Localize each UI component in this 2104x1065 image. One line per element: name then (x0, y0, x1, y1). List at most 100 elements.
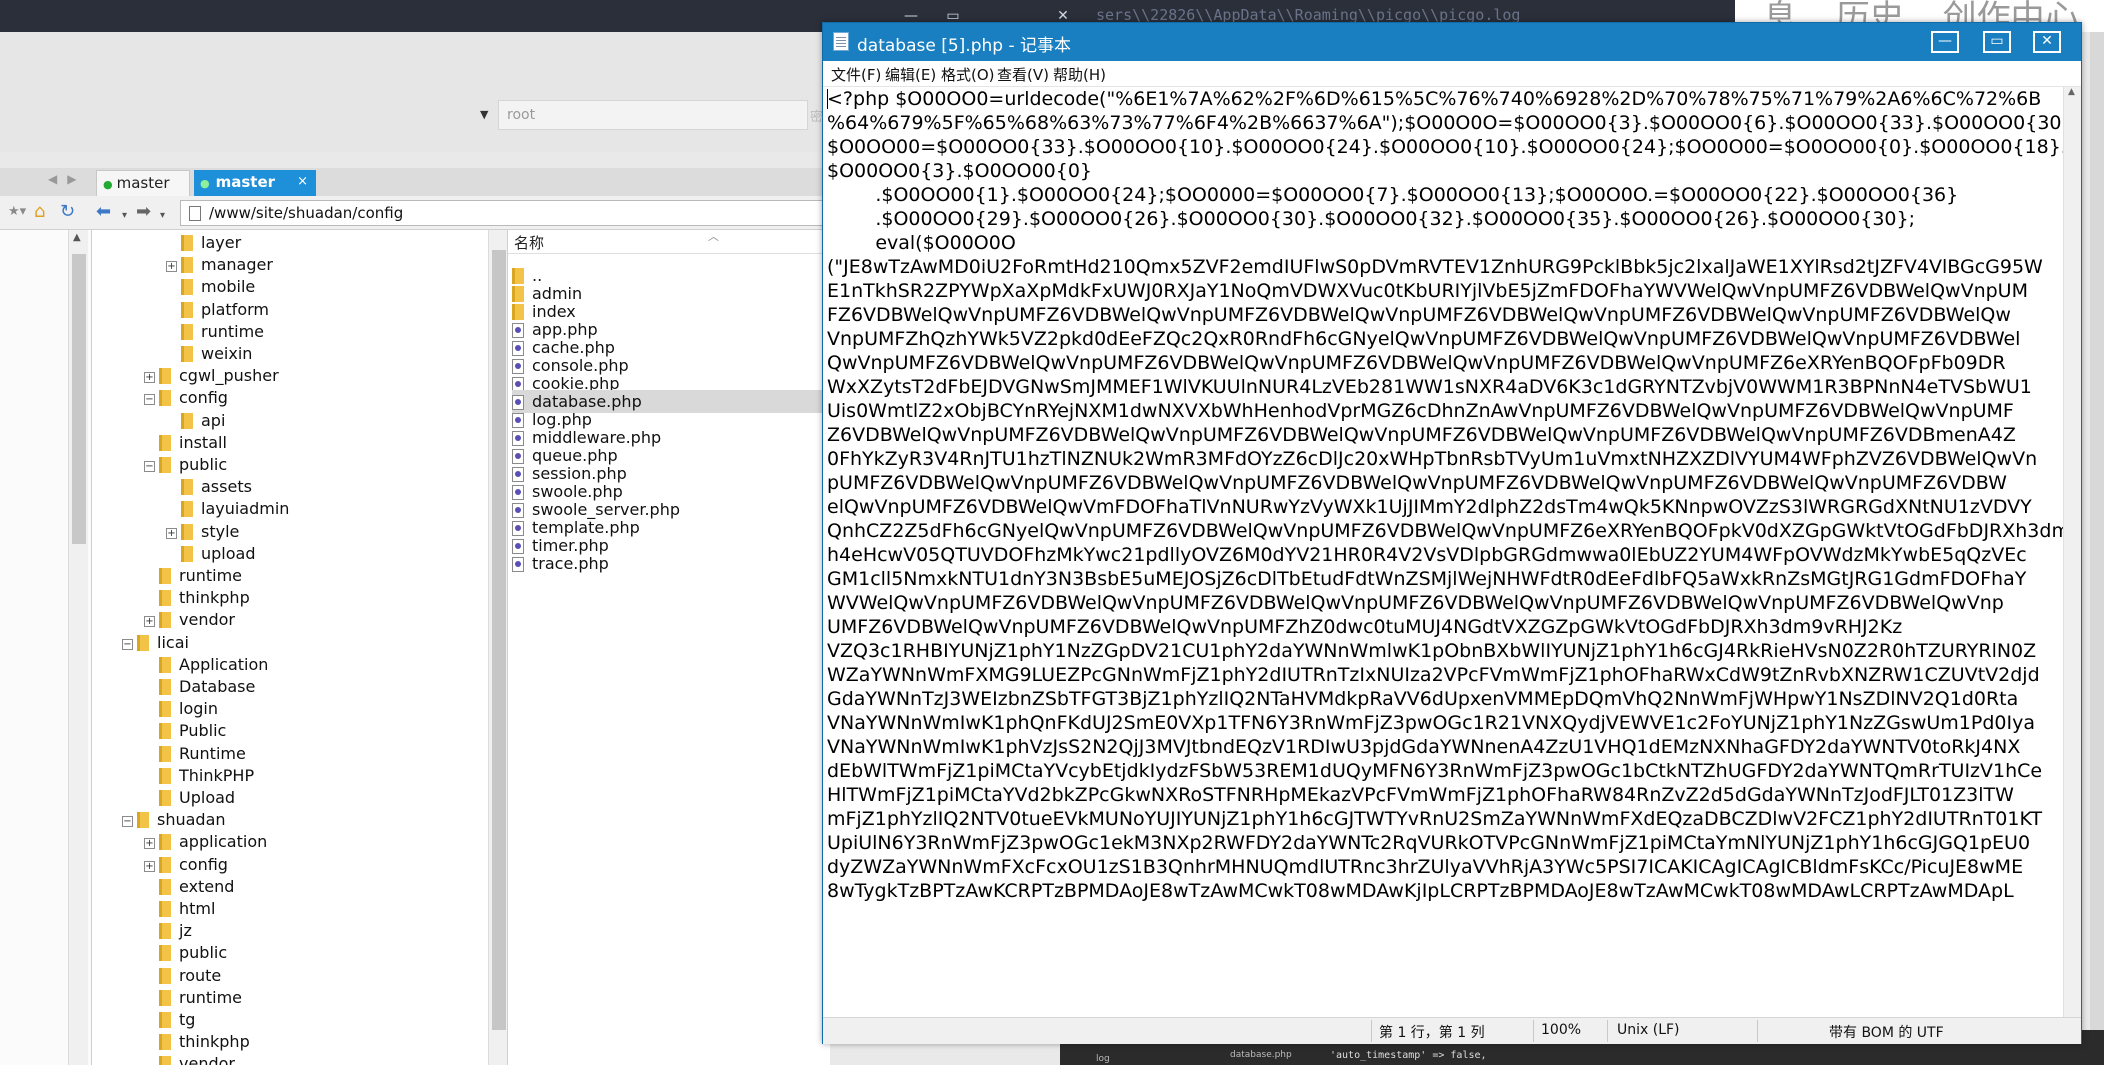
tree-item[interactable]: runtime (144, 987, 242, 1009)
tree-item[interactable]: thinkphp (144, 587, 250, 609)
tree-item[interactable]: + cgwl_pusher (144, 365, 279, 387)
tree-item-label: shuadan (157, 810, 226, 830)
folder-icon (159, 390, 171, 407)
tree-item[interactable]: Application (144, 654, 268, 676)
tree-item[interactable]: + manager (166, 254, 273, 276)
folder-icon (159, 945, 171, 962)
folder-icon (159, 1056, 171, 1065)
tree-item[interactable]: + config (144, 854, 228, 876)
expand-icon[interactable]: + (166, 527, 177, 539)
tree-item[interactable]: − shuadan (122, 809, 226, 831)
tree-item[interactable]: runtime (144, 565, 242, 587)
notepad-window[interactable]: database [5].php - 记事本 — ▭ ✕ 文件(F) 编辑(E)… (822, 22, 2082, 1044)
editor-scrollbar[interactable]: ▲ (2063, 87, 2081, 1017)
chevron-down-icon[interactable]: ▼ (480, 108, 488, 121)
tree-item[interactable]: Runtime (144, 743, 246, 765)
expand-icon[interactable]: + (144, 838, 155, 850)
close-button[interactable]: ✕ (2033, 31, 2061, 53)
minimize-button[interactable]: — (1931, 31, 1959, 53)
scroll-up-icon[interactable]: ▲ (73, 232, 81, 243)
tree-item[interactable]: assets (166, 476, 252, 498)
tree-item[interactable]: login (144, 698, 218, 720)
back-history-chevron-icon[interactable]: ▾ (122, 206, 127, 226)
menu-edit[interactable]: 编辑(E) (885, 64, 936, 85)
collapse-icon[interactable]: − (144, 461, 155, 472)
expand-icon[interactable]: + (144, 860, 155, 872)
expand-icon[interactable]: + (144, 372, 155, 384)
close-tab-icon[interactable]: × (297, 174, 308, 189)
tree-item[interactable]: weixin (166, 343, 252, 365)
tree-item[interactable]: upload (166, 543, 256, 565)
tab-scroll-arrows-icon[interactable]: ◀▶ (48, 172, 86, 186)
tree-item[interactable]: Upload (144, 787, 235, 809)
text-line: .$O00OO0{29}.$O00OO0{26}.$O00OO0{30}.$O0… (827, 208, 1916, 230)
tree-item[interactable]: + vendor (144, 609, 235, 631)
folder-icon (181, 323, 193, 340)
tree-item[interactable]: api (166, 410, 225, 432)
tree-item[interactable]: runtime (166, 321, 264, 343)
tree-item[interactable]: ThinkPHP (144, 765, 254, 787)
home-icon[interactable]: ⌂ (34, 202, 45, 222)
tree-item-label: cgwl_pusher (179, 366, 279, 386)
forward-icon[interactable]: ➡ (136, 202, 151, 222)
menu-help[interactable]: 帮助(H) (1053, 64, 1106, 85)
tree-item[interactable]: route (144, 965, 221, 987)
collapse-icon[interactable]: − (122, 638, 133, 650)
tree-item[interactable]: jz (144, 920, 192, 942)
status-bar: 第 1 行，第 1 列 100% Unix (LF) 带有 BOM 的 UTF (823, 1017, 2081, 1044)
tree-item-label: manager (201, 255, 273, 275)
tree-item[interactable]: − public (144, 454, 227, 476)
folder-icon (159, 856, 171, 873)
tree-item[interactable]: vendor (144, 1053, 235, 1065)
tree-item[interactable]: thinkphp (144, 1031, 250, 1053)
column-header-name[interactable]: 名称 ︿ (508, 230, 830, 254)
tree-item-label: mobile (201, 277, 256, 297)
tab-master-active[interactable]: ● master × (194, 170, 316, 196)
tree-item[interactable]: layer (166, 232, 241, 254)
notepad-titlebar[interactable]: database [5].php - 记事本 — ▭ ✕ (823, 23, 2081, 61)
forward-history-chevron-icon[interactable]: ▾ (160, 206, 165, 226)
menu-view[interactable]: 查看(V) (997, 64, 1049, 85)
back-icon[interactable]: ⬅ (96, 202, 111, 222)
tree-item[interactable]: + style (166, 521, 239, 543)
menu-format[interactable]: 格式(O) (941, 64, 995, 85)
username-field[interactable]: root (498, 100, 808, 130)
refresh-icon[interactable]: ↻ (60, 202, 75, 222)
text-editor[interactable]: <?php $O00OO0=urldecode("%6E1%7A%62%2F%6… (823, 87, 2063, 1045)
tree-item[interactable]: html (144, 898, 215, 920)
tree-item[interactable]: Public (144, 720, 226, 742)
collapse-icon[interactable]: − (144, 394, 155, 406)
status-divider (1757, 1020, 1758, 1042)
expand-icon[interactable]: + (144, 616, 155, 628)
tree-item[interactable]: tg (144, 1009, 195, 1031)
scroll-up-icon[interactable]: ▲ (2068, 87, 2075, 97)
text-line: VnpUMFZhQzhYWk5VZ2pkd0dEeFZQc2QxR0RndFh6… (827, 328, 2021, 350)
tree-item[interactable]: mobile (166, 276, 255, 298)
maximize-button[interactable]: ▭ (1983, 31, 2011, 53)
tree-item[interactable]: extend (144, 876, 234, 898)
session-tab-bar: ◀▶ ● master ● master × (0, 168, 830, 196)
folder-icon (159, 723, 171, 740)
collapse-icon[interactable]: − (122, 816, 133, 828)
tree-item-label: tg (179, 1010, 196, 1029)
menu-file[interactable]: 文件(F) (831, 64, 881, 85)
tree-item[interactable]: layuiadmin (166, 498, 289, 520)
tree-item[interactable]: public (144, 942, 227, 964)
local-scrollbar[interactable]: ▲ (68, 230, 88, 1065)
connected-dot-icon: ● (103, 178, 113, 191)
file-row[interactable]: trace.php (512, 552, 830, 575)
tree-item[interactable]: platform (166, 299, 269, 321)
path-input[interactable]: /www/site/shuadan/config (180, 200, 830, 226)
menu-arrow-icon[interactable]: ★▾ (8, 202, 26, 222)
tree-item[interactable]: install (144, 432, 227, 454)
expand-icon[interactable]: + (166, 261, 177, 273)
tree-item[interactable]: + application (144, 831, 267, 853)
scrollbar-thumb[interactable] (492, 250, 506, 1030)
tree-scrollbar[interactable] (488, 230, 507, 1065)
tree-item[interactable]: Database (144, 676, 255, 698)
tree-item[interactable]: − licai (122, 632, 189, 654)
tab-master[interactable]: ● master (96, 170, 190, 196)
scrollbar-thumb[interactable] (72, 254, 86, 544)
tree-item[interactable]: − config (144, 387, 228, 409)
file-list: 名称 ︿ .. admin index app.php cache.php console… (508, 230, 830, 1065)
